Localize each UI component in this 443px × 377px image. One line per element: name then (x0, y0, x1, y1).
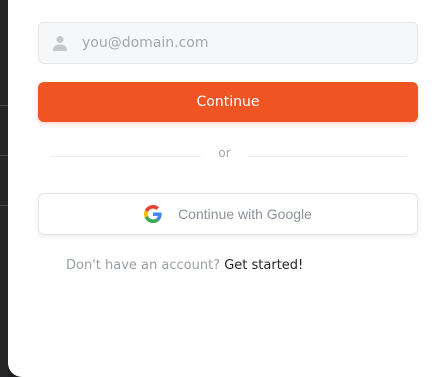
divider-line-left (51, 156, 201, 157)
background-window-edge (0, 0, 8, 377)
edge-divider (0, 205, 8, 206)
signup-prompt-line: Don't have an account? Get started! (66, 258, 303, 273)
edge-divider (0, 155, 8, 156)
google-button-label: Continue with Google (178, 206, 312, 222)
divider-line-right (248, 156, 406, 157)
user-icon (52, 34, 68, 52)
login-panel: Continue or Continue with Google Don't h… (8, 0, 443, 377)
google-icon (144, 205, 162, 223)
email-input[interactable] (82, 35, 382, 51)
email-field[interactable] (38, 22, 418, 64)
signup-prompt-text: Don't have an account? (66, 258, 221, 273)
edge-divider (0, 105, 8, 106)
continue-button[interactable]: Continue (38, 82, 418, 122)
divider-or-text: or (218, 146, 231, 160)
continue-with-google-button[interactable]: Continue with Google (38, 193, 418, 235)
get-started-link[interactable]: Get started! (224, 258, 303, 273)
